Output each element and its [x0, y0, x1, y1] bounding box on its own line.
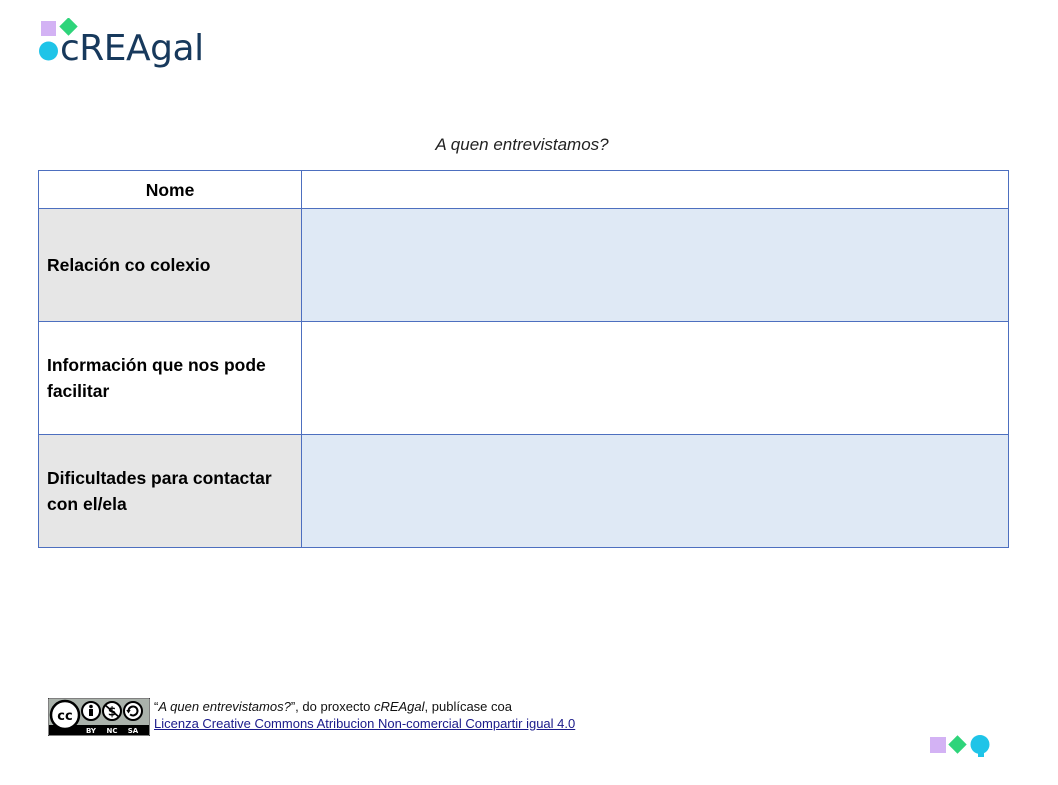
badge-label-sa: SA [128, 727, 139, 735]
license-link[interactable]: Licenza Creative Commons Atribucion Non-… [154, 716, 575, 731]
table-row-relation: Relación co colexio [38, 208, 1009, 322]
difficulties-label: Dificultades para contactar con el/ela [38, 434, 302, 548]
creagal-logo: cREAgal [38, 18, 208, 74]
logo-wordmark: cREAgal [60, 28, 204, 69]
cc-by-nc-sa-badge-icon: cc $ BY NC SA [48, 698, 150, 736]
badge-label-by: BY [86, 727, 97, 735]
difficulties-field[interactable] [301, 434, 1009, 548]
interview-table: Nome Relación co colexio Información que… [38, 170, 1009, 548]
license-text-mid: , do proxecto [295, 699, 374, 714]
svg-text:cc: cc [57, 709, 72, 724]
badge-label-nc: NC [107, 727, 118, 735]
work-title: A quen entrevistamos? [158, 699, 291, 714]
license-text-end: , publícase coa [424, 699, 512, 714]
project-name: cREAgal [373, 699, 425, 714]
license-line-2: Licenza Creative Commons Atribucion Non-… [154, 715, 674, 732]
license-text: “A quen entrevistamos?”, do proxecto cRE… [154, 698, 674, 732]
information-label: Información que nos pode facilitar [38, 321, 302, 435]
table-row-name: Nome [38, 170, 1009, 209]
corner-shapes-icon [930, 735, 990, 757]
license-line-1: “A quen entrevistamos?”, do proxecto cRE… [154, 698, 674, 715]
information-field[interactable] [301, 321, 1009, 435]
relation-field[interactable] [301, 208, 1009, 322]
table-row-information: Información que nos pode facilitar [38, 321, 1009, 435]
page-subtitle: A quen entrevistamos? [435, 135, 609, 154]
name-label: Nome [38, 170, 302, 209]
table-row-difficulties: Dificultades para contactar con el/ela [38, 434, 1009, 548]
relation-label: Relación co colexio [38, 208, 302, 322]
name-field[interactable] [301, 170, 1009, 209]
